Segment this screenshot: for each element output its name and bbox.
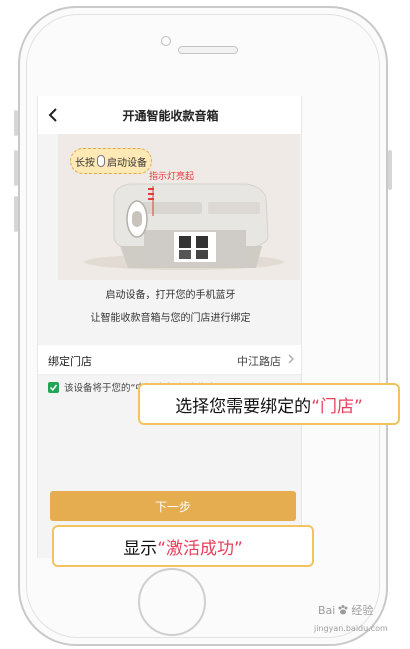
chevron-right-icon xyxy=(288,354,294,364)
watermark-left-text: Bai xyxy=(318,603,336,617)
page-title: 开通智能收款音箱 xyxy=(122,108,219,123)
device-illustration: 长按 启动设备 指示灯亮起 xyxy=(58,134,300,280)
app-screen: 开通智能收款音箱 长按 启动设备 指示灯亮起 启动设备，打开您的手机蓝牙 让智能… xyxy=(37,96,302,558)
callout-bottom-highlight: “激活成功” xyxy=(157,538,243,559)
baidu-watermark: Bai 经验 xyxy=(318,602,373,618)
instruction-line-2: 让智能收款音箱与您的门店进行绑定 xyxy=(90,313,251,324)
power-key-icon xyxy=(97,155,105,167)
agreement-checkbox[interactable] xyxy=(48,381,59,393)
callout-top-highlight: “门店” xyxy=(311,396,363,417)
earpiece-speaker xyxy=(178,46,238,54)
nav-bar: 开通智能收款音箱 xyxy=(38,96,301,134)
callout-activation-success: 显示 “激活成功” xyxy=(52,525,314,567)
bind-store-label: 绑定门店 xyxy=(48,355,92,368)
callout-bottom-prefix: 显示 xyxy=(123,538,158,559)
next-step-button[interactable]: 下一步 xyxy=(50,491,296,521)
chevron-left-icon[interactable] xyxy=(42,103,66,127)
long-press-bubble: 长按 启动设备 xyxy=(70,148,152,174)
front-camera xyxy=(161,36,171,46)
check-icon xyxy=(49,384,58,391)
callout-top-prefix: 选择您需要绑定的 xyxy=(175,396,312,417)
selected-store-value: 中江路店 xyxy=(237,355,281,368)
callout-select-store: 选择您需要绑定的 “门店” xyxy=(138,383,400,425)
led-indicator-label: 指示灯亮起 xyxy=(149,172,195,182)
watermark-url: jingyan.baidu.com xyxy=(314,624,388,633)
volume-up-button xyxy=(14,150,18,186)
home-button[interactable] xyxy=(138,568,206,636)
paw-icon xyxy=(338,605,348,615)
watermark-right-text: 经验 xyxy=(351,604,374,617)
bubble-prefix: 长按 xyxy=(75,157,95,169)
bind-store-row[interactable]: 绑定门店 中江路店 xyxy=(38,345,301,375)
bubble-suffix: 启动设备 xyxy=(107,157,147,169)
power-button xyxy=(388,150,392,190)
volume-down-button xyxy=(14,196,18,232)
instruction-line-1: 启动设备，打开您的手机蓝牙 xyxy=(105,290,236,301)
mute-switch xyxy=(14,110,18,136)
